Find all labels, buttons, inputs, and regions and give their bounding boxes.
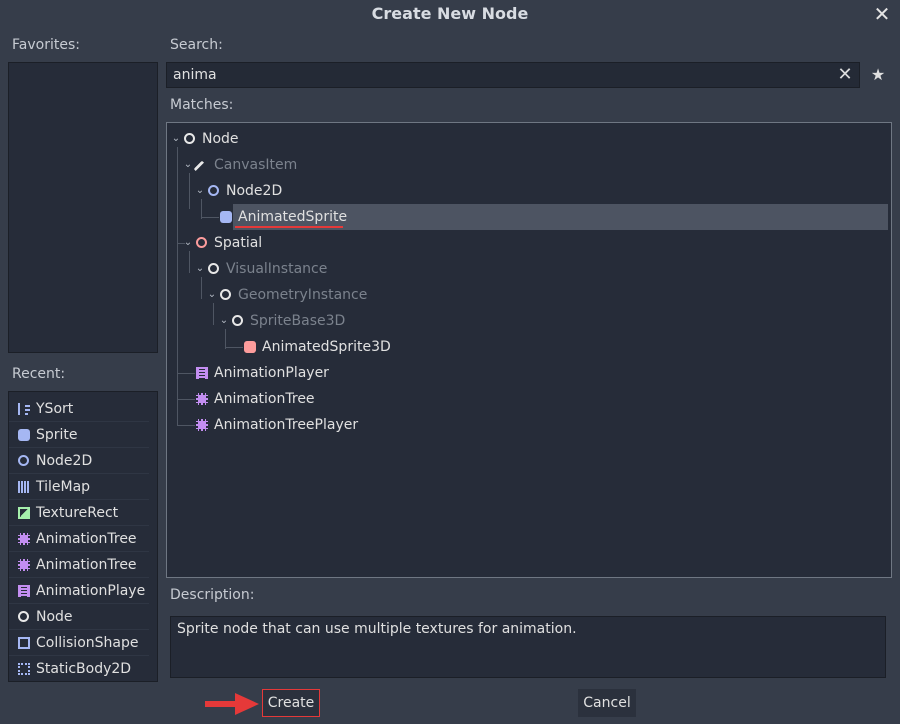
tree-item-label: AnimationTree bbox=[214, 391, 315, 407]
tree-item-node2d[interactable]: ⌄ Node2D bbox=[167, 178, 891, 204]
recent-item-label: AnimationPlaye bbox=[36, 583, 146, 599]
cancel-button[interactable]: Cancel bbox=[578, 689, 636, 717]
recent-item-ysort[interactable]: YSort bbox=[9, 396, 149, 422]
chevron-down-icon[interactable]: ⌄ bbox=[206, 282, 218, 308]
tree-item-label: GeometryInstance bbox=[238, 287, 368, 303]
tree-item-spritebase3d[interactable]: ⌄ SpriteBase3D bbox=[167, 308, 891, 334]
node-icon bbox=[18, 611, 29, 622]
recent-item-animationtree[interactable]: AnimationTree bbox=[9, 552, 149, 578]
tree-item-animatedsprite3d[interactable]: AnimatedSprite3D bbox=[167, 334, 891, 360]
tree-item-canvasitem[interactable]: ⌄ CanvasItem bbox=[167, 152, 891, 178]
recent-label: Recent: bbox=[12, 366, 66, 382]
animationtree-icon bbox=[18, 533, 30, 545]
animationtreeplayer-icon bbox=[196, 419, 208, 431]
animationtree-icon bbox=[196, 393, 208, 405]
tree-item-label: AnimationTreePlayer bbox=[214, 417, 359, 433]
recent-item-node2d[interactable]: Node2D bbox=[9, 448, 149, 474]
tree-item-label: VisualInstance bbox=[226, 261, 328, 277]
geometryinstance-icon bbox=[220, 289, 231, 300]
close-icon[interactable]: ✕ bbox=[870, 2, 894, 26]
animationplayer-icon bbox=[196, 367, 208, 379]
search-label: Search: bbox=[170, 37, 223, 53]
description-label: Description: bbox=[170, 587, 255, 603]
tilemap-icon bbox=[18, 481, 30, 493]
recent-item-label: YSort bbox=[36, 401, 74, 417]
tree-item-label: AnimatedSprite3D bbox=[262, 339, 391, 355]
node-icon bbox=[184, 133, 195, 144]
search-input[interactable]: anima ✕ bbox=[166, 62, 860, 88]
tree-item-label: CanvasItem bbox=[214, 157, 298, 173]
favorites-list[interactable] bbox=[8, 62, 158, 353]
recent-item-label: Node bbox=[36, 609, 73, 625]
spritebase3d-icon bbox=[232, 315, 243, 326]
matches-tree[interactable]: ⌄ Node ⌄ CanvasItem ⌄ Node2D AnimatedSpr… bbox=[166, 122, 892, 578]
tree-item-label: Spatial bbox=[214, 235, 263, 251]
tree-item-geometryinstance[interactable]: ⌄ GeometryInstance bbox=[167, 282, 891, 308]
collisionshape-icon bbox=[18, 637, 30, 649]
recent-item-label: AnimationTree bbox=[36, 557, 137, 573]
texturerect-icon bbox=[18, 507, 30, 519]
tree-item-spatial[interactable]: ⌄ Spatial bbox=[167, 230, 891, 256]
recent-item-texturerect[interactable]: TextureRect bbox=[9, 500, 149, 526]
favorite-star-icon[interactable]: ★ bbox=[866, 63, 890, 87]
tree-item-animatedsprite[interactable]: AnimatedSprite bbox=[220, 204, 888, 230]
tree-item-visualinstance[interactable]: ⌄ VisualInstance bbox=[167, 256, 891, 282]
tree-item-label: Node bbox=[202, 131, 239, 147]
recent-list[interactable]: YSort Sprite Node2D TileMap TextureRect … bbox=[8, 391, 158, 682]
tree-item-label: SpriteBase3D bbox=[250, 313, 346, 329]
tree-item-label: AnimationPlayer bbox=[214, 365, 329, 381]
clear-icon[interactable]: ✕ bbox=[835, 63, 855, 87]
recent-item-label: TileMap bbox=[36, 479, 91, 495]
recent-item-label: CollisionShape bbox=[36, 635, 139, 651]
recent-item-node[interactable]: Node bbox=[9, 604, 149, 630]
recent-item-sprite[interactable]: Sprite bbox=[9, 422, 149, 448]
tree-item-animationplayer[interactable]: AnimationPlayer bbox=[167, 360, 891, 386]
sprite-icon bbox=[18, 429, 30, 441]
node2d-icon bbox=[208, 185, 219, 196]
recent-item-label: StaticBody2D bbox=[36, 661, 132, 677]
favorites-label: Favorites: bbox=[12, 37, 80, 53]
red-arrow-annotation bbox=[205, 693, 259, 715]
animationtree-icon bbox=[18, 559, 30, 571]
node2d-icon bbox=[18, 455, 29, 466]
recent-item-animationtree[interactable]: AnimationTree bbox=[9, 526, 149, 552]
recent-item-tilemap[interactable]: TileMap bbox=[9, 474, 149, 500]
sprite3d-icon bbox=[244, 341, 256, 353]
chevron-down-icon[interactable]: ⌄ bbox=[218, 308, 230, 334]
tree-item-animationtree[interactable]: AnimationTree bbox=[167, 386, 891, 412]
tree-item-animationtreeplayer[interactable]: AnimationTreePlayer bbox=[167, 412, 891, 438]
search-input-value: anima bbox=[173, 67, 217, 83]
chevron-down-icon[interactable]: ⌄ bbox=[170, 126, 182, 152]
chevron-down-icon[interactable]: ⌄ bbox=[194, 178, 206, 204]
sprite-icon bbox=[220, 211, 232, 223]
ysort-icon bbox=[18, 403, 30, 415]
tree-guide bbox=[201, 217, 219, 218]
tree-item-label: Node2D bbox=[226, 183, 283, 199]
chevron-down-icon[interactable]: ⌄ bbox=[182, 230, 194, 256]
brush-icon bbox=[193, 160, 211, 178]
chevron-down-icon[interactable]: ⌄ bbox=[194, 256, 206, 282]
staticbody2d-icon bbox=[18, 663, 30, 675]
description-text: Sprite node that can use multiple textur… bbox=[170, 616, 886, 678]
spatial-icon bbox=[196, 237, 207, 248]
recent-item-label: AnimationTree bbox=[36, 531, 137, 547]
chevron-down-icon[interactable]: ⌄ bbox=[182, 152, 194, 178]
recent-item-animationplayer[interactable]: AnimationPlaye bbox=[9, 578, 149, 604]
recent-item-label: Node2D bbox=[36, 453, 93, 469]
visualinstance-icon bbox=[208, 263, 219, 274]
recent-item-collisionshape[interactable]: CollisionShape bbox=[9, 630, 149, 656]
recent-item-staticbody2d[interactable]: StaticBody2D bbox=[9, 656, 149, 681]
recent-item-label: TextureRect bbox=[36, 505, 119, 521]
tree-item-node[interactable]: ⌄ Node bbox=[167, 126, 891, 152]
matches-label: Matches: bbox=[170, 97, 234, 113]
recent-item-label: Sprite bbox=[36, 427, 78, 443]
dialog-title: Create New Node bbox=[371, 4, 529, 23]
create-button[interactable]: Create bbox=[262, 689, 320, 717]
animationplayer-icon bbox=[18, 585, 30, 597]
highlight-underline bbox=[235, 226, 343, 228]
